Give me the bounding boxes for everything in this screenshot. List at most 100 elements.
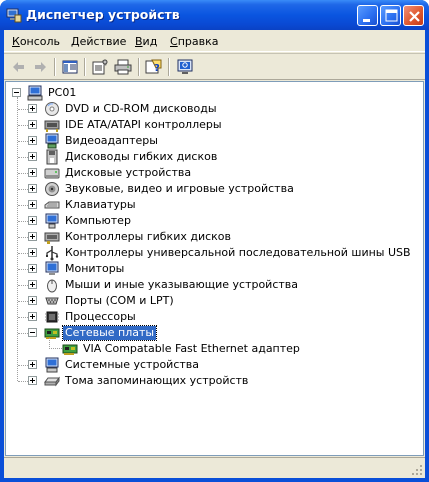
monitor-icon	[45, 261, 59, 275]
scan-hardware-icon[interactable]	[176, 58, 194, 76]
expand-icon[interactable]	[28, 136, 37, 145]
storage-volume-icon	[44, 376, 60, 387]
client-area: Консоль Действие Вид Справка ? PC01 DVD …	[4, 30, 425, 478]
tree-connector-line	[18, 125, 28, 126]
device-label: Контроллеры универсальной последовательн…	[65, 246, 411, 259]
tree-connector-line	[18, 221, 28, 222]
ide-controller-icon	[44, 120, 60, 132]
device-label: Системные устройства	[65, 358, 199, 371]
expand-icon[interactable]	[28, 232, 37, 241]
device-category[interactable]: IDE ATA/ATAPI контроллеры	[6, 117, 423, 133]
keyboard-icon	[44, 201, 60, 209]
floppy-drive-icon	[46, 149, 58, 165]
computer-icon	[45, 213, 59, 229]
menu-console[interactable]: Консоль	[12, 35, 60, 48]
help-icon[interactable]: ?	[145, 58, 163, 76]
device-category[interactable]: Порты (COM и LPT)	[6, 293, 423, 309]
tree-connector-line	[18, 317, 28, 318]
tree-connector-line	[18, 285, 28, 286]
expand-icon[interactable]	[28, 104, 37, 113]
menu-bar: Консоль Действие Вид Справка	[4, 30, 425, 52]
svg-text:?: ?	[154, 63, 160, 74]
device-category[interactable]: Мониторы	[6, 261, 423, 277]
expand-icon[interactable]	[28, 360, 37, 369]
expand-icon[interactable]	[28, 312, 37, 321]
device-label: DVD и CD-ROM дисководы	[65, 102, 217, 115]
device-category[interactable]: Дисковые устройства	[6, 165, 423, 181]
floppy-controller-icon	[44, 232, 60, 244]
maximize-button[interactable]	[380, 5, 401, 26]
device-label: Сетевые платы	[61, 325, 158, 341]
device-category[interactable]: Компьютер	[6, 213, 423, 229]
device-category[interactable]: Системные устройства	[6, 357, 423, 373]
collapse-icon[interactable]	[28, 328, 37, 337]
tree-connector-line	[18, 381, 28, 382]
device-category[interactable]: Видеоадаптеры	[6, 133, 423, 149]
toolbar-separator	[54, 58, 56, 76]
network-card-icon	[44, 328, 60, 339]
expand-icon[interactable]	[28, 168, 37, 177]
device-category[interactable]: Звуковые, видео и игровые устройства	[6, 181, 423, 197]
usb-icon	[46, 246, 59, 261]
back-arrow-icon[interactable]	[10, 58, 28, 76]
device-category[interactable]: Контроллеры универсальной последовательн…	[6, 245, 423, 261]
device-label: IDE ATA/ATAPI контроллеры	[65, 118, 222, 131]
menu-help-mnemonic: С	[170, 35, 178, 48]
tree-root[interactable]: PC01	[6, 85, 423, 101]
device-category[interactable]: Мыши и иные указывающие устройства	[6, 277, 423, 293]
menu-view[interactable]: Вид	[135, 35, 157, 48]
device-node[interactable]: VIA Compatable Fast Ethernet адаптер	[6, 341, 423, 357]
port-icon	[45, 297, 59, 305]
device-label: Тома запоминающих устройств	[65, 374, 249, 387]
forward-arrow-icon[interactable]	[31, 58, 49, 76]
expand-icon[interactable]	[28, 216, 37, 225]
close-icon	[409, 11, 420, 22]
menu-console-mnemonic: К	[12, 35, 20, 48]
print-icon[interactable]	[114, 58, 132, 76]
device-manager-window: Диспетчер устройств Консоль Действие Вид…	[0, 0, 429, 482]
processor-icon	[45, 311, 59, 323]
menu-action-label: ействие	[79, 35, 127, 48]
tree-connector-line	[18, 237, 28, 238]
expand-icon[interactable]	[28, 376, 37, 385]
device-label: Дисковые устройства	[65, 166, 192, 179]
expand-icon[interactable]	[28, 120, 37, 129]
close-button[interactable]	[403, 5, 424, 26]
device-category[interactable]: Тома запоминающих устройств	[6, 373, 423, 389]
device-label: Порты (COM и LPT)	[65, 294, 174, 307]
tree-connector-line	[18, 157, 28, 158]
device-label: Звуковые, видео и игровые устройства	[65, 182, 294, 195]
menu-help[interactable]: Справка	[170, 35, 218, 48]
expand-icon[interactable]	[28, 264, 37, 273]
expand-icon[interactable]	[28, 280, 37, 289]
menu-action[interactable]: Действие	[71, 35, 126, 48]
device-category[interactable]: DVD и CD-ROM дисководы	[6, 101, 423, 117]
device-manager-icon	[6, 8, 22, 23]
minimize-button[interactable]	[357, 5, 378, 26]
status-bar	[4, 457, 425, 478]
expand-icon[interactable]	[28, 296, 37, 305]
device-category[interactable]: Сетевые платы	[6, 325, 423, 341]
expand-icon[interactable]	[28, 200, 37, 209]
toolbar-separator	[138, 58, 140, 76]
title-bar[interactable]: Диспетчер устройств	[0, 0, 429, 30]
collapse-icon[interactable]	[12, 88, 21, 97]
minimize-icon	[363, 19, 370, 22]
tree-connector-line	[17, 97, 18, 381]
window-title: Диспетчер устройств	[26, 7, 180, 22]
properties-icon[interactable]	[91, 58, 109, 76]
expand-icon[interactable]	[28, 184, 37, 193]
device-category[interactable]: Дисководы гибких дисков	[6, 149, 423, 165]
expand-icon[interactable]	[28, 248, 37, 257]
tree-connector-line	[18, 205, 28, 206]
sound-icon	[45, 182, 59, 196]
device-category[interactable]: Клавиатуры	[6, 197, 423, 213]
device-tree[interactable]: PC01 DVD и CD-ROM дисководы IDE ATA/ATAPI…	[5, 81, 424, 456]
toolbar-separator	[168, 58, 170, 76]
device-category[interactable]: Контроллеры гибких дисков	[6, 229, 423, 245]
device-category[interactable]: Процессоры	[6, 309, 423, 325]
resize-grip-icon[interactable]	[411, 464, 423, 476]
expand-icon[interactable]	[28, 152, 37, 161]
show-hide-console-tree-icon[interactable]	[61, 58, 79, 76]
device-label: Компьютер	[65, 214, 131, 227]
